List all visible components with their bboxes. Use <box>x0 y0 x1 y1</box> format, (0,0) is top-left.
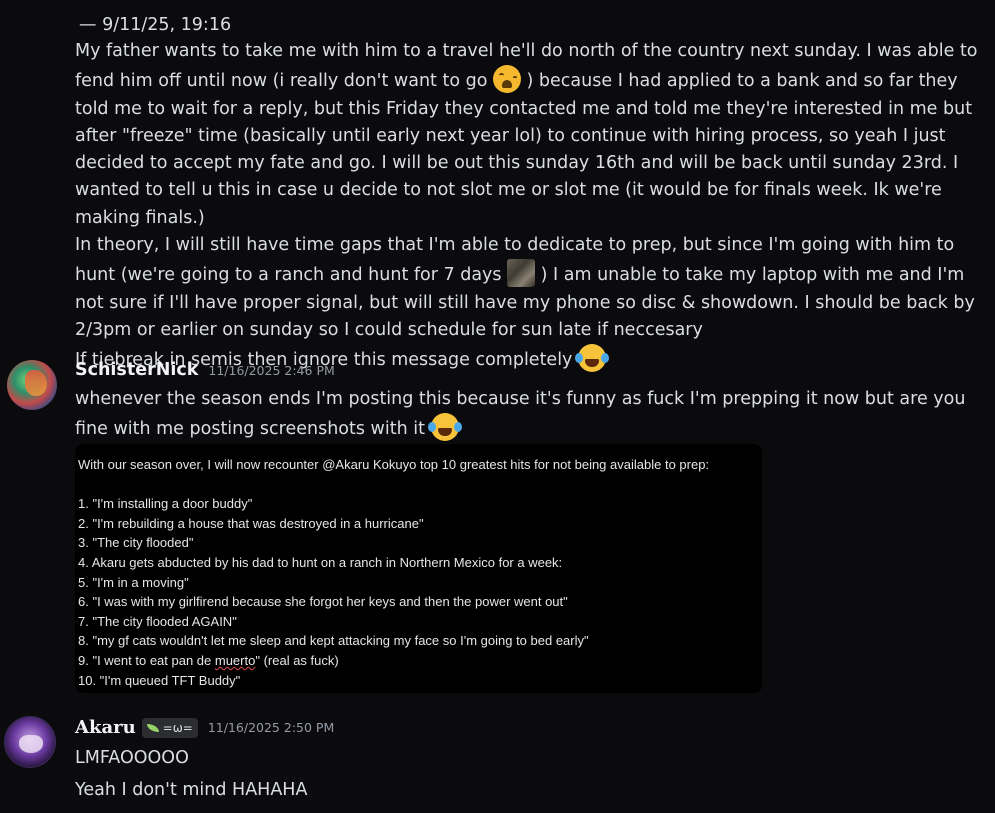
avatar-akaru[interactable] <box>4 716 56 768</box>
message-text: whenever the season ends I'm posting thi… <box>75 386 985 444</box>
image-attachment[interactable]: With our season over, I will now recount… <box>75 444 762 693</box>
quoted-text: My father wants to take me with him to a… <box>75 38 985 375</box>
attachment-line: 5. "I'm in a moving" <box>78 574 189 590</box>
text-segment: whenever the season ends I'm posting thi… <box>75 389 966 440</box>
tag-label: =ω= <box>162 720 193 735</box>
attachment-line: 4. Akaru gets abducted by his dad to hun… <box>78 554 563 570</box>
message-header: Akaru =ω= 11/16/2025 2:50 PM <box>75 717 334 738</box>
attachment-line: 7. "The city flooded AGAIN" <box>78 613 237 629</box>
attachment-line: 6. "I was with my girlfirend because she… <box>78 594 568 610</box>
username[interactable]: SchisterNick <box>75 360 198 380</box>
text-segment: " (real as fuck) <box>255 652 339 668</box>
weary-face-emoji-icon <box>492 65 521 94</box>
spellcheck-word: muerto <box>214 652 256 668</box>
joy-emoji-icon <box>574 344 606 373</box>
quote-header: — 9/11/25, 19:16 <box>79 15 232 35</box>
message-text: Yeah I don't mind HAHAHA <box>75 780 308 800</box>
message-text: LMFAOOOOO <box>75 748 189 768</box>
quoted-message: — 9/11/25, 19:16 My father wants to take… <box>75 12 985 375</box>
attachment-line: 10. "I'm queued TFT Buddy" <box>78 672 241 688</box>
quoted-paragraph: My father wants to take me with him to a… <box>75 38 985 232</box>
attachment-line: 9. "I went to eat pan de muerto" (real a… <box>78 651 709 671</box>
text-segment: 9. "I went to eat pan de <box>78 652 215 668</box>
timestamp[interactable]: 11/16/2025 2:50 PM <box>208 720 334 735</box>
attachment-blank-line <box>78 475 709 495</box>
attachment-line: 1. "I'm installing a door buddy" <box>78 496 253 512</box>
attachment-line: 2. "I'm rebuilding a house that was dest… <box>78 515 424 531</box>
message-header: SchisterNick 11/16/2025 2:46 PM <box>75 360 335 380</box>
custom-emoji-icon <box>507 259 536 288</box>
attachment-text: With our season over, I will now recount… <box>78 455 709 690</box>
avatar-schisternick[interactable] <box>7 360 57 410</box>
joy-emoji-icon <box>427 413 459 442</box>
username[interactable]: Akaru <box>75 717 136 738</box>
leaf-icon <box>146 723 159 732</box>
attachment-line: With our season over, I will now recount… <box>78 457 710 472</box>
attachment-line: 3. "The city flooded" <box>78 535 194 551</box>
server-tag[interactable]: =ω= <box>141 717 198 738</box>
attachment-line: 8. "my gf cats wouldn't let me sleep and… <box>78 633 589 649</box>
timestamp[interactable]: 11/16/2025 2:46 PM <box>208 363 334 378</box>
quoted-paragraph: In theory, I will still have time gaps t… <box>75 232 985 344</box>
text-segment: ) because I had applied to a bank and so… <box>75 71 973 228</box>
